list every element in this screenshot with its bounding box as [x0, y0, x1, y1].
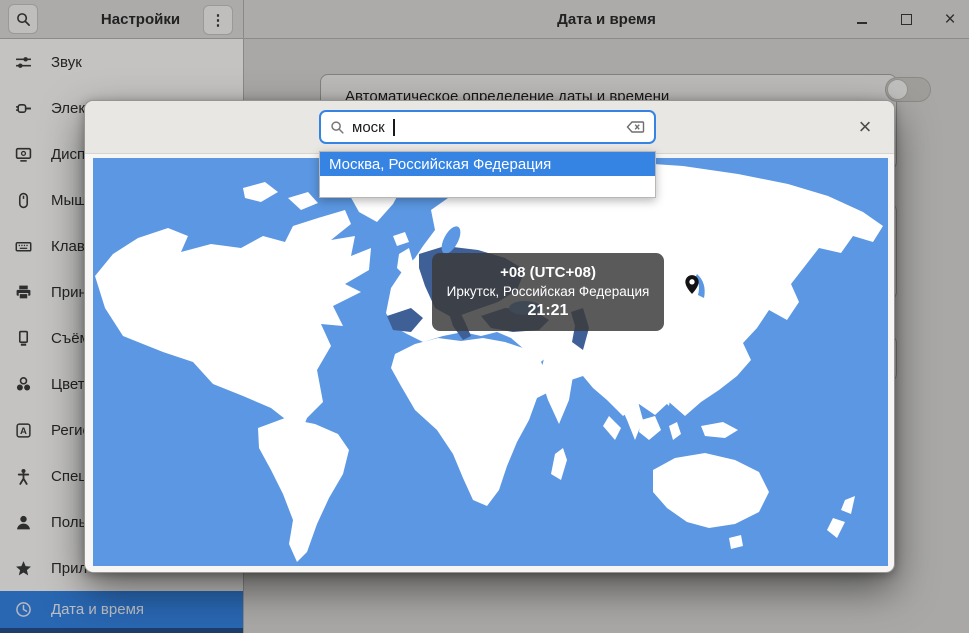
dialog-close-button[interactable]: × [852, 114, 878, 140]
tooltip-time: 21:21 [528, 302, 569, 320]
text-caret [393, 119, 395, 136]
timezone-dialog: × [84, 100, 895, 573]
search-icon [330, 120, 345, 135]
dialog-header: × [85, 101, 894, 154]
timezone-search-entry[interactable] [319, 110, 656, 144]
search-suggestions: Москва, Российская Федерация [319, 151, 656, 198]
world-map [93, 158, 888, 566]
settings-window: Настройки ⋮ Дата и время × Звук Элект Ди… [0, 0, 969, 633]
suggestion-empty[interactable] [320, 176, 655, 197]
close-icon: × [859, 116, 872, 138]
location-pin-icon [684, 274, 700, 300]
clear-icon[interactable] [626, 119, 645, 135]
timezone-tooltip: +08 (UTC+08) Иркутск, Российская Федерац… [432, 253, 664, 331]
suggestion-label: Москва, Российская Федерация [329, 156, 551, 173]
timezone-map[interactable] [93, 158, 888, 566]
tooltip-utc-offset: +08 (UTC+08) [500, 264, 596, 281]
tooltip-location: Иркутск, Российская Федерация [447, 284, 650, 299]
suggestion-moscow[interactable]: Москва, Российская Федерация [320, 152, 655, 176]
